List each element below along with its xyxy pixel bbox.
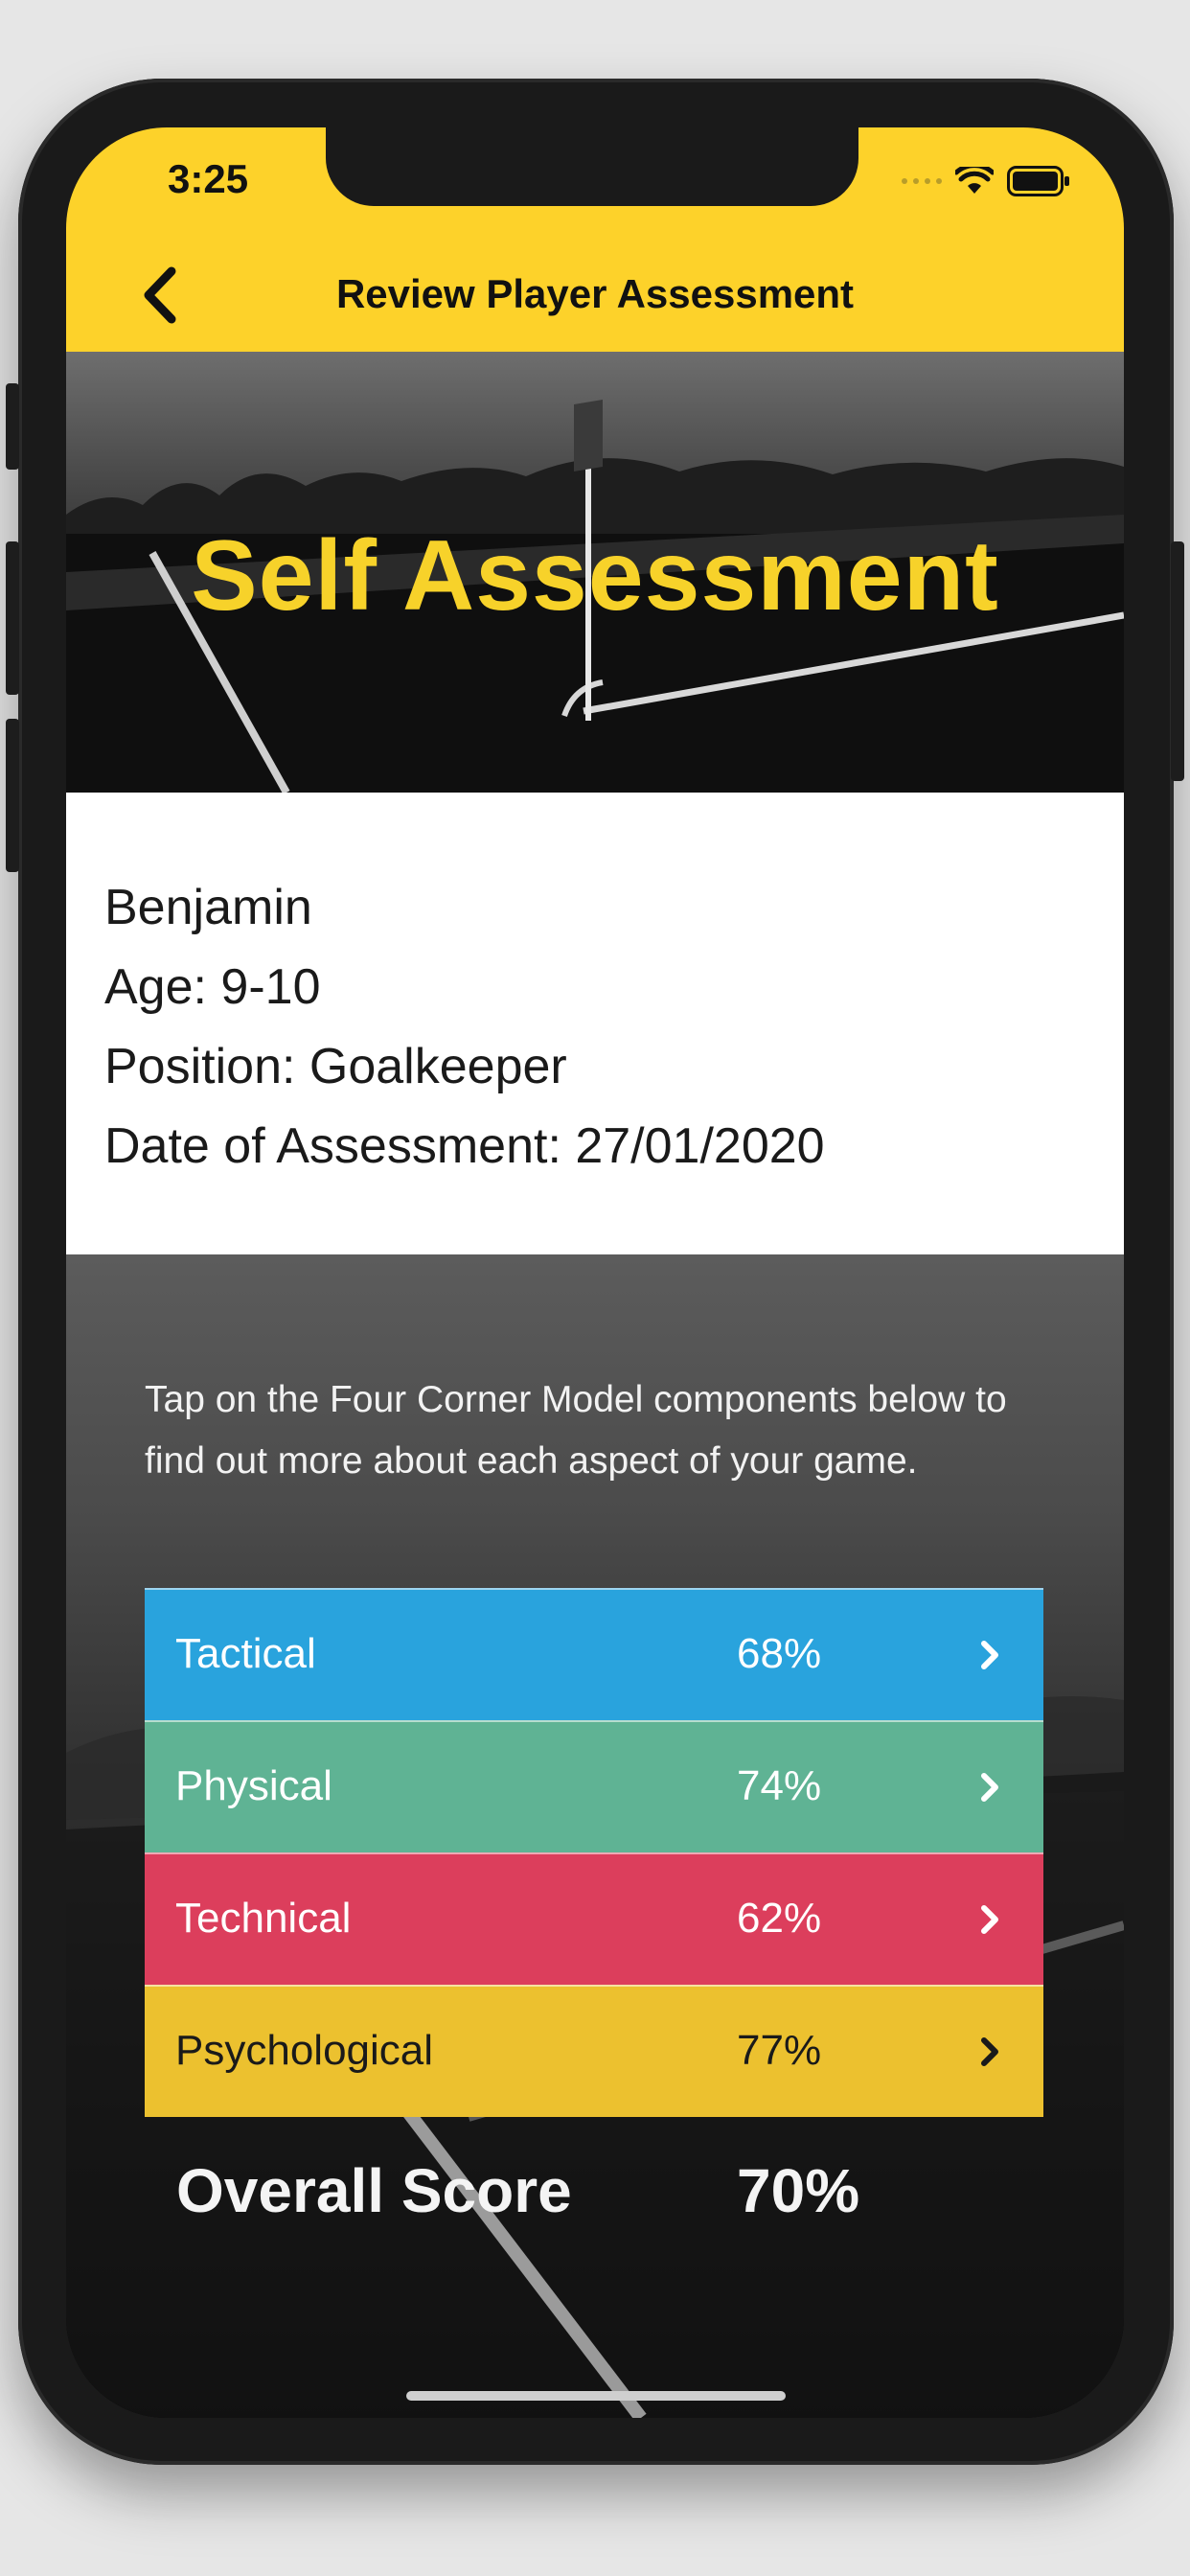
component-percent: 77%: [737, 2027, 822, 2074]
overall-score-value: 70%: [737, 2156, 860, 2225]
component-label: Tactical: [175, 1630, 316, 1677]
intro-text: Tap on the Four Corner Model components …: [145, 1379, 1007, 1482]
component-label: Technical: [175, 1895, 352, 1942]
hero-banner: Self Assessment: [66, 352, 1124, 793]
component-row-technical[interactable]: Technical 62%: [145, 1852, 1043, 1985]
cellular-signal-icon: [902, 178, 942, 184]
component-label: Physical: [175, 1762, 332, 1809]
chevron-right-icon: [981, 1905, 998, 1934]
assessment-date: Date of Assessment: 27/01/2020: [104, 1118, 825, 1174]
component-row-physical[interactable]: Physical 74%: [145, 1720, 1043, 1852]
volume-up-button: [6, 541, 19, 695]
screen: 3:25 Review Player Assessment Self Asses…: [66, 127, 1124, 2418]
component-percent: 62%: [737, 1895, 822, 1942]
status-time: 3:25: [168, 156, 249, 201]
chevron-right-icon: [981, 1641, 998, 1669]
player-age: Age: 9-10: [104, 959, 321, 1015]
notch: [326, 127, 858, 206]
component-row-psychological[interactable]: Psychological 77%: [145, 1985, 1043, 2117]
nav-title: Review Player Assessment: [335, 271, 855, 316]
power-button: [1171, 541, 1184, 781]
home-indicator[interactable]: [406, 2391, 786, 2401]
status-icons: [902, 166, 1070, 196]
chevron-right-icon: [981, 1773, 998, 1802]
hero-title: Self Assessment: [191, 520, 999, 632]
component-percent: 74%: [737, 1762, 822, 1809]
top-bar: 3:25 Review Player Assessment: [66, 127, 1124, 352]
overall-score-label: Overall Score: [176, 2156, 572, 2225]
wifi-icon: [955, 167, 994, 194]
player-info: Benjamin Age: 9-10 Position: Goalkeeper …: [66, 793, 1124, 1254]
player-position: Position: Goalkeeper: [104, 1039, 567, 1094]
component-list: Tactical 68% Physical 74% Technical 62% …: [145, 1588, 1043, 2117]
battery-icon: [1007, 166, 1069, 196]
component-label: Psychological: [175, 2027, 434, 2074]
four-corner-panel: Tap on the Four Corner Model components …: [66, 1254, 1124, 2418]
chevron-right-icon: [981, 2037, 998, 2066]
component-row-tactical[interactable]: Tactical 68%: [145, 1588, 1043, 1720]
volume-down-button: [6, 719, 19, 872]
mute-switch: [6, 383, 19, 470]
player-name: Benjamin: [104, 880, 312, 935]
component-percent: 68%: [737, 1630, 822, 1677]
